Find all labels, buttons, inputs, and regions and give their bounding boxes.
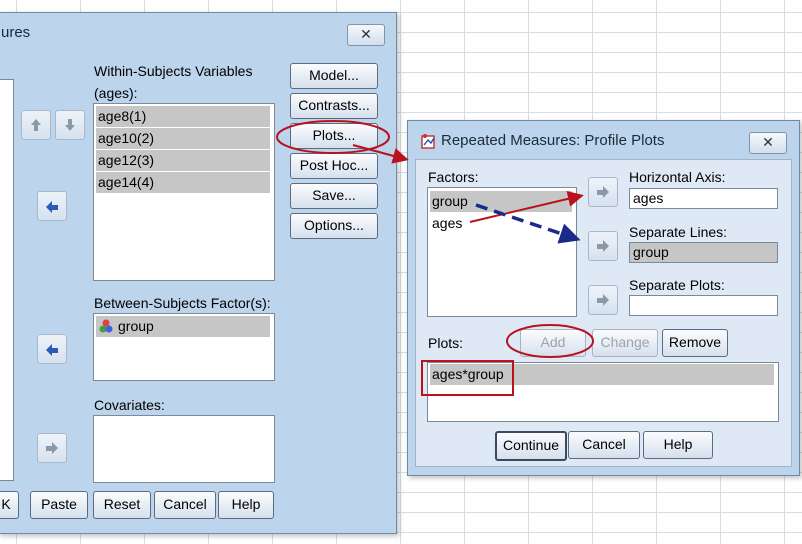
reset-button[interactable]: Reset <box>93 491 151 519</box>
separate-lines-field[interactable]: group <box>629 242 778 263</box>
within-subjects-list[interactable]: age8(1) age10(2) age12(3) age14(4) <box>93 103 275 281</box>
between-subjects-list[interactable]: group <box>93 313 275 381</box>
move-within-button[interactable] <box>37 191 67 221</box>
paste-button[interactable]: Paste <box>30 491 88 519</box>
list-item[interactable]: ages*group <box>430 364 774 385</box>
arrow-right-icon <box>597 294 609 306</box>
arrow-right-icon <box>46 442 58 454</box>
cancel-button[interactable]: Cancel <box>154 491 216 519</box>
main-titlebar[interactable]: ures ✕ <box>0 13 396 49</box>
main-close-button[interactable]: ✕ <box>347 24 385 46</box>
arrow-up-icon <box>31 119 41 131</box>
horizontal-axis-field[interactable]: ages <box>629 188 778 209</box>
covariates-label: Covariates: <box>94 397 165 413</box>
list-item[interactable]: age10(2) <box>96 128 270 149</box>
main-dialog-title: ures <box>1 24 31 41</box>
factors-list[interactable]: group ages <box>427 187 577 317</box>
plots-button[interactable]: Plots... <box>290 123 378 149</box>
separate-plots-label: Separate Plots: <box>629 277 725 293</box>
between-subjects-label: Between-Subjects Factor(s): <box>94 295 271 311</box>
close-icon: ✕ <box>762 134 774 150</box>
continue-button[interactable]: Continue <box>495 431 567 461</box>
repeated-measures-dialog: ures ✕ Within-Subjects Variables (ages):… <box>0 12 397 534</box>
plots-label: Plots: <box>428 335 464 351</box>
spss-app-icon <box>421 134 435 149</box>
profile-help-button[interactable]: Help <box>643 431 713 459</box>
factors-label: Factors: <box>428 169 479 185</box>
close-icon: ✕ <box>360 26 372 42</box>
within-factor-label: (ages): <box>94 85 138 101</box>
arrow-left-icon <box>46 344 58 356</box>
separate-plots-field[interactable] <box>629 295 778 316</box>
help-button[interactable]: Help <box>218 491 274 519</box>
separate-lines-value: group <box>633 244 669 260</box>
covariates-list[interactable] <box>93 415 275 483</box>
within-subjects-label: Within-Subjects Variables <box>94 63 253 79</box>
ok-button[interactable]: K <box>0 491 19 519</box>
list-item[interactable]: age14(4) <box>96 172 270 193</box>
arrow-down-icon <box>65 119 75 131</box>
contrasts-button[interactable]: Contrasts... <box>290 93 378 119</box>
plots-list[interactable]: ages*group <box>427 362 779 422</box>
add-button[interactable]: Add <box>520 329 586 357</box>
move-between-button[interactable] <box>37 334 67 364</box>
nominal-variable-icon <box>99 319 113 333</box>
horizontal-axis-value: ages <box>633 190 664 206</box>
options-button[interactable]: Options... <box>290 213 378 239</box>
move-separate-plots-button[interactable] <box>588 285 618 315</box>
arrow-right-icon <box>597 186 609 198</box>
profile-cancel-button[interactable]: Cancel <box>568 431 640 459</box>
profile-titlebar[interactable]: Repeated Measures: Profile Plots ✕ <box>408 121 799 157</box>
source-variables-list[interactable] <box>0 79 14 481</box>
move-separate-lines-button[interactable] <box>588 231 618 261</box>
move-covariate-button[interactable] <box>37 433 67 463</box>
arrow-left-icon <box>46 201 58 213</box>
list-item[interactable]: group <box>430 191 572 212</box>
list-item[interactable]: age12(3) <box>96 150 270 171</box>
between-item-label: group <box>118 318 154 334</box>
move-horizontal-axis-button[interactable] <box>588 177 618 207</box>
save-button[interactable]: Save... <box>290 183 378 209</box>
remove-button[interactable]: Remove <box>662 329 728 357</box>
profile-dialog-title: Repeated Measures: Profile Plots <box>441 132 665 149</box>
move-up-button[interactable] <box>21 110 51 140</box>
list-item[interactable]: group <box>96 316 270 337</box>
horizontal-axis-label: Horizontal Axis: <box>629 169 726 185</box>
separate-lines-label: Separate Lines: <box>629 224 728 240</box>
arrow-right-icon <box>597 240 609 252</box>
move-down-button[interactable] <box>55 110 85 140</box>
profile-plots-dialog: Repeated Measures: Profile Plots ✕ Facto… <box>407 120 800 476</box>
post-hoc-button[interactable]: Post Hoc... <box>290 153 378 179</box>
list-item[interactable]: age8(1) <box>96 106 270 127</box>
change-button[interactable]: Change <box>592 329 658 357</box>
profile-close-button[interactable]: ✕ <box>749 132 787 154</box>
list-item[interactable]: ages <box>430 213 572 234</box>
model-button[interactable]: Model... <box>290 63 378 89</box>
